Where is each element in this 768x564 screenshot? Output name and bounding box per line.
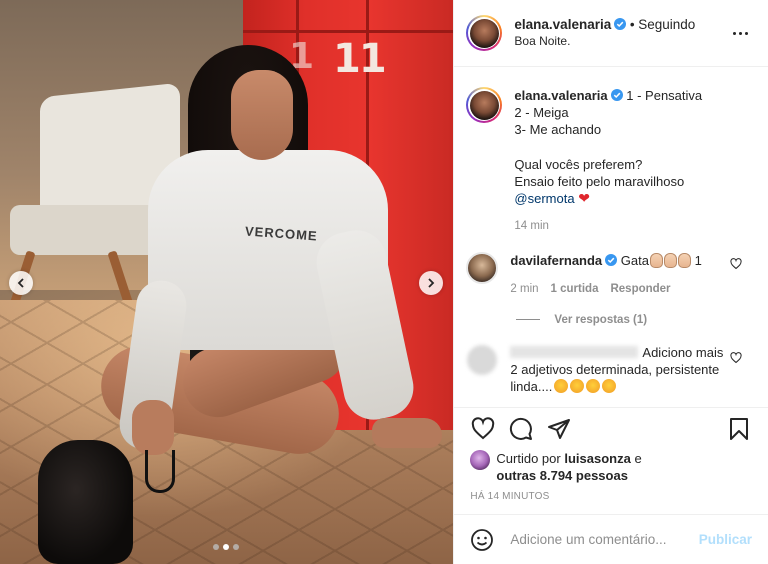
- comment-meta: 2 min 1 curtida Responder: [510, 281, 732, 298]
- author-username[interactable]: elana.valenaria: [514, 17, 611, 32]
- post-timestamp[interactable]: HÁ 14 MINUTOS: [470, 491, 549, 502]
- locker-number: 11: [333, 36, 387, 82]
- caption-line: 1 - Pensativa: [626, 88, 703, 103]
- chevron-left-icon: [17, 278, 24, 288]
- likes-count[interactable]: outras 8.794 pessoas: [496, 468, 628, 483]
- carousel-dot: [233, 544, 239, 550]
- more-dot-icon: [738, 31, 742, 35]
- carousel-dot: [213, 544, 219, 550]
- post-side-panel: elana.valenaria • Seguindo Boa Noite. el…: [453, 0, 768, 564]
- comment-button[interactable]: [508, 416, 534, 442]
- smiling-hearts-emoji: [586, 378, 601, 393]
- caption-username[interactable]: elana.valenaria: [514, 88, 607, 103]
- next-photo-button[interactable]: [419, 271, 443, 295]
- save-button[interactable]: [726, 416, 752, 442]
- following-button[interactable]: Seguindo: [638, 17, 695, 32]
- reply-button[interactable]: Responder: [610, 281, 670, 298]
- commenter-avatar-blurred[interactable]: [466, 343, 499, 376]
- more-dot-icon: [732, 31, 736, 35]
- bookmark-icon: [730, 417, 748, 440]
- comment-bubble-icon: [510, 417, 533, 440]
- verified-badge-icon: [610, 89, 623, 101]
- commenter-username[interactable]: davilafernanda: [510, 253, 602, 268]
- clap-emoji: [677, 252, 691, 268]
- face: [231, 70, 293, 160]
- caption-author-avatar[interactable]: [466, 87, 503, 123]
- liker-username[interactable]: luisasonza: [564, 451, 630, 466]
- comment-count: 1: [694, 252, 702, 268]
- paper-plane-icon: [548, 418, 571, 439]
- red-heart-emoji: ❤: [578, 190, 590, 207]
- smiling-hearts-emoji: [554, 378, 569, 393]
- likes-conjunction: e: [634, 451, 642, 466]
- caption-timestamp[interactable]: 14 min: [514, 218, 702, 235]
- instagram-post: 1 11 VERCOME elana.valenaria • Seguindo …: [0, 0, 768, 564]
- blurred-username[interactable]: [510, 345, 639, 358]
- share-button[interactable]: [546, 416, 572, 442]
- right-hand: [372, 418, 442, 448]
- caption-line: Ensaio feito pelo maravilhoso: [514, 174, 685, 190]
- comment-text: Gata: [620, 252, 649, 268]
- comment-likes[interactable]: 1 curtida: [551, 281, 599, 298]
- caption-line: Qual vocês preferem?: [514, 156, 643, 172]
- header-separator: •: [629, 17, 635, 32]
- left-hand: [132, 400, 174, 455]
- emoji-smile-icon[interactable]: [470, 528, 494, 552]
- comment-body: davilafernanda Gata 1 2 min 1 curtida Re…: [510, 252, 756, 298]
- comment-body: Adiciono mais 2 adjetivos determinada, p…: [510, 344, 756, 395]
- action-bar: [454, 407, 768, 449]
- like-comment-heart-icon[interactable]: [730, 351, 742, 364]
- likes-prefix: Curtido por: [496, 451, 561, 466]
- post-header: elana.valenaria • Seguindo Boa Noite.: [454, 0, 768, 67]
- author-avatar[interactable]: [466, 15, 503, 51]
- clap-emoji: [663, 252, 677, 268]
- mention-link[interactable]: @sermota: [514, 191, 574, 206]
- comment-input[interactable]: [508, 531, 699, 548]
- avatar-image: [469, 18, 499, 48]
- carousel-dot-active: [223, 544, 229, 550]
- locker-divider: [243, 30, 454, 33]
- avatar-image: [469, 90, 499, 120]
- caption-text: elana.valenaria 1 - Pensativa 2 - Meiga …: [514, 87, 702, 236]
- add-comment-bar: Publicar: [454, 514, 768, 564]
- verified-badge-icon: [605, 253, 618, 266]
- author-info: elana.valenaria • Seguindo Boa Noite.: [514, 16, 728, 50]
- verified-badge-icon: [614, 18, 627, 30]
- view-replies-button[interactable]: Ver respostas (1): [454, 298, 768, 326]
- liker-avatar[interactable]: [470, 450, 491, 470]
- clap-emoji: [649, 252, 663, 268]
- comment-timestamp[interactable]: 2 min: [510, 281, 538, 298]
- comment-item: davilafernanda Gata 1 2 min 1 curtida Re…: [454, 236, 768, 298]
- heart-icon: [472, 416, 495, 439]
- more-dot-icon: [744, 31, 748, 35]
- smiling-hearts-emoji: [570, 378, 585, 393]
- post-photo[interactable]: 1 11 VERCOME: [0, 0, 454, 564]
- replies-line: [516, 319, 541, 321]
- publish-button[interactable]: Publicar: [699, 532, 752, 547]
- previous-photo-button[interactable]: [9, 271, 33, 295]
- boot: [38, 440, 133, 564]
- chevron-right-icon: [428, 278, 435, 288]
- post-location[interactable]: Boa Noite.: [514, 33, 728, 50]
- comment-item: Adiciono mais 2 adjetivos determinada, p…: [454, 326, 768, 395]
- carousel-indicator: [213, 544, 239, 550]
- boot-lace: [145, 450, 175, 493]
- likes-summary: Curtido por luisasonza e outras 8.794 pe…: [470, 450, 752, 484]
- view-replies-label: Ver respostas (1): [554, 313, 648, 326]
- post-caption: elana.valenaria 1 - Pensativa 2 - Meiga …: [454, 68, 768, 236]
- smiling-hearts-emoji: [602, 378, 617, 393]
- like-button[interactable]: [470, 416, 496, 442]
- commenter-avatar[interactable]: [466, 251, 499, 284]
- more-options-button[interactable]: [728, 31, 752, 35]
- likes-text: Curtido por luisasonza e outras 8.794 pe…: [496, 450, 641, 484]
- caption-line: 2 - Meiga: [514, 105, 569, 121]
- comments-section[interactable]: elana.valenaria 1 - Pensativa 2 - Meiga …: [454, 68, 768, 408]
- caption-line: 3- Me achando: [514, 122, 602, 138]
- like-comment-heart-icon[interactable]: [730, 257, 742, 270]
